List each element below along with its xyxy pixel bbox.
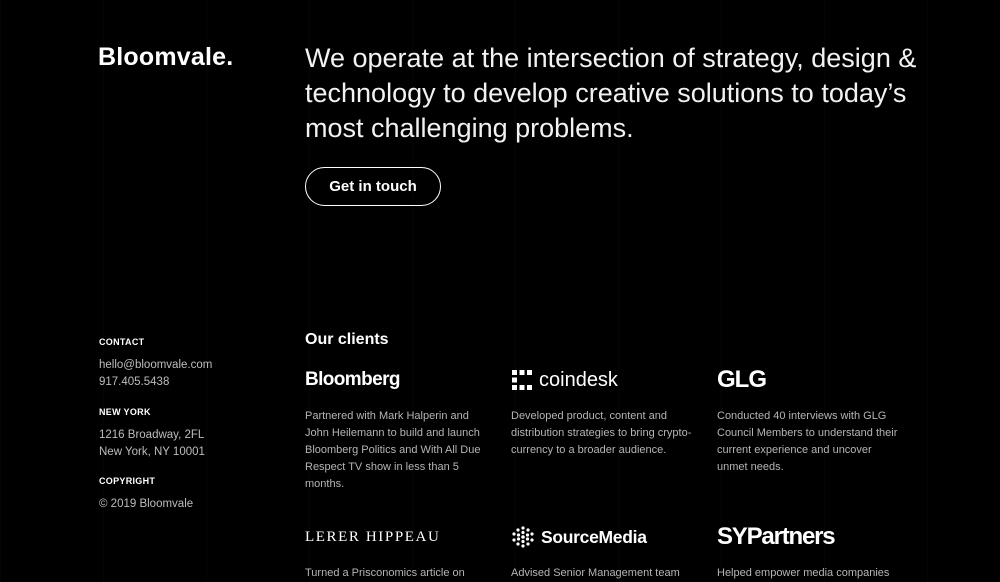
copyright-section: COPYRIGHT © 2019 Bloomvale xyxy=(99,476,193,513)
hero-statement: We operate at the intersection of strate… xyxy=(305,43,917,143)
contact-section: CONTACT hello@bloomvale.com 917.405.5438 xyxy=(99,337,212,391)
get-in-touch-button[interactable]: Get in touch xyxy=(305,167,441,206)
client-logo-text: GLG xyxy=(717,366,767,393)
client-card-glg[interactable]: GLG Conducted 40 interviews with GLG Cou… xyxy=(717,366,905,476)
office-heading: NEW YORK xyxy=(99,407,151,417)
brand-name: Bloomvale xyxy=(98,43,227,71)
client-logo-glg: GLG xyxy=(717,366,905,394)
sourcemedia-grid-icon xyxy=(511,525,535,549)
client-card-coindesk[interactable]: coindesk Developed product, content and … xyxy=(511,366,699,459)
client-logo-coindesk: coindesk xyxy=(511,366,699,394)
client-description: Advised Senior Management team xyxy=(511,567,680,579)
clients-heading: Our clients xyxy=(305,331,389,348)
client-logo-text: LERER HIPPEAU xyxy=(305,528,441,545)
client-logo-text: SYPartners xyxy=(717,523,836,550)
office-section: NEW YORK 1216 Broadway, 2FL New York, NY… xyxy=(99,407,205,461)
client-card-sourcemedia[interactable]: SourceMedia Advised Senior Management te… xyxy=(511,523,699,582)
client-card-bloomberg[interactable]: Bloomberg Partnered with Mark Halperin a… xyxy=(305,366,493,493)
brand-logo[interactable]: Bloomvale. xyxy=(98,43,233,72)
client-description: Developed product, content and distribut… xyxy=(511,410,692,456)
client-logo-sypartners: SYPartners xyxy=(717,523,905,551)
client-description: Conducted 40 interviews with GLG Council… xyxy=(717,410,898,473)
copyright-heading: COPYRIGHT xyxy=(99,476,156,486)
contact-email-link[interactable]: hello@bloomvale.com xyxy=(99,357,212,374)
office-address-line1: 1216 Broadway, 2FL xyxy=(99,429,205,441)
brand-dot: . xyxy=(226,43,234,71)
client-logo-text: Bloomberg xyxy=(305,369,400,390)
office-address-line2: New York, NY 10001 xyxy=(99,446,205,458)
client-logo-bloomberg: Bloomberg xyxy=(305,366,493,394)
copyright-text: © 2019 Bloomvale xyxy=(99,498,194,510)
contact-phone-link[interactable]: 917.405.5438 xyxy=(99,374,212,391)
client-card-sypartners[interactable]: SYPartners Helped empower media companie… xyxy=(717,523,905,582)
client-logo-text: coindesk xyxy=(539,368,618,391)
coindesk-mark-icon xyxy=(511,369,533,391)
contact-heading: CONTACT xyxy=(99,337,145,347)
client-logo-text: SourceMedia xyxy=(541,526,647,547)
client-card-lerer-hippeau[interactable]: LERER HIPPEAU Turned a Prisconomics arti… xyxy=(305,523,493,582)
client-description: Turned a Prisconomics article on xyxy=(305,567,465,579)
client-logo-sourcemedia: SourceMedia xyxy=(511,523,699,551)
client-description: Partnered with Mark Halperin and John He… xyxy=(305,410,481,490)
client-logo-lerer-hippeau: LERER HIPPEAU xyxy=(305,523,493,551)
client-description: Helped empower media companies xyxy=(717,567,890,579)
